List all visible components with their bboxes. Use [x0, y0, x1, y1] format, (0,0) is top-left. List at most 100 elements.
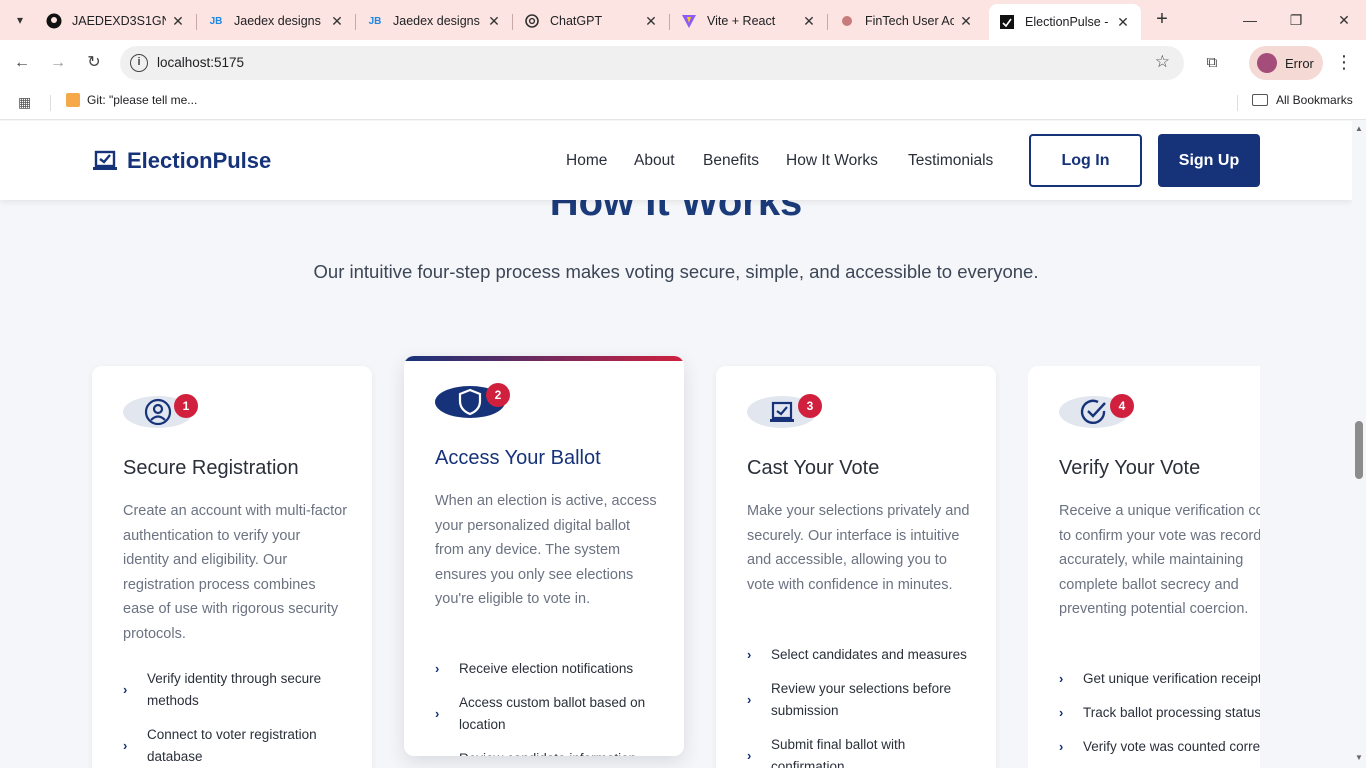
list-item: › Connect to voter registration database	[123, 727, 317, 764]
back-icon[interactable]: ←	[10, 51, 34, 75]
site-header: ElectionPulse Home About Benefits How It…	[0, 121, 1352, 200]
logo-text: ElectionPulse	[127, 148, 272, 173]
card-accent-bar	[404, 356, 684, 361]
nav-home[interactable]: Home	[566, 152, 607, 170]
step-title: Access Your Ballot	[435, 447, 601, 469]
url-text[interactable]: localhost:5175	[157, 55, 244, 70]
electionpulse-icon	[999, 14, 1015, 30]
step-card-featured: 2 Access Your Ballot When an election is…	[404, 356, 684, 756]
list-item: › Get unique verification receipt	[1059, 668, 1260, 690]
all-bookmarks-button[interactable]: All Bookmarks	[1252, 93, 1353, 107]
close-icon[interactable]: ✕	[486, 13, 502, 30]
chevron-right-icon: ›	[435, 661, 440, 676]
tab-title: ElectionPulse - M	[1025, 15, 1111, 29]
browser-tab[interactable]: FinTech User Acc ✕	[829, 6, 984, 36]
nav-benefits[interactable]: Benefits	[703, 152, 759, 170]
site-info-icon[interactable]: i	[130, 54, 148, 72]
step-feature-list: › Get unique verification receipt › Track …	[1059, 668, 1260, 768]
tab-title: Jaedex designs	[393, 14, 480, 28]
apps-grid-icon[interactable]: ▦	[18, 94, 31, 111]
restore-icon[interactable]: ❐	[1284, 8, 1308, 32]
list-item: › Review your selections before submissio…	[747, 681, 952, 718]
chevron-right-icon: ›	[1059, 705, 1064, 720]
step-card: 1 Secure Registration Create an account …	[92, 366, 372, 768]
list-item: › Track ballot processing status	[1059, 702, 1260, 724]
site-logo[interactable]: ElectionPulse	[93, 148, 271, 174]
chevron-right-icon: ›	[747, 748, 752, 763]
browser-menu-icon[interactable]: ⋮	[1334, 51, 1354, 75]
list-item: › Submit final ballot with confirmation	[747, 737, 906, 768]
chevron-right-icon: ›	[747, 647, 752, 662]
scrollbar-thumb[interactable]	[1355, 421, 1363, 479]
browser-tab[interactable]: ChatGPT ✕	[514, 6, 669, 36]
step-feature-list: › Verify identity through secure methods …	[123, 668, 353, 768]
bookmark-label: Git: "please tell me...	[87, 93, 198, 107]
browser-tab[interactable]: JAEDEXD3S1GN2 ✕	[36, 6, 196, 36]
step-feature-list: › Select candidates and measures › Review …	[747, 644, 977, 768]
step-description: Make your selections privately and secur…	[747, 503, 970, 593]
profile-button[interactable]: Error	[1249, 46, 1323, 80]
chevron-right-icon: ›	[1059, 739, 1064, 754]
browser-tab[interactable]: Vite + React ✕	[671, 6, 827, 36]
browser-tab[interactable]: JB Jaedex designs ✕	[357, 6, 512, 36]
step-title: Cast Your Vote	[747, 457, 880, 479]
nav-about[interactable]: About	[634, 152, 675, 170]
extensions-icon[interactable]: ⧉	[1200, 51, 1224, 75]
vite-icon	[681, 13, 697, 29]
list-item: › Verify identity through secure methods	[123, 671, 322, 708]
close-icon[interactable]: ✕	[170, 13, 186, 30]
bookmark-item[interactable]: Git: "please tell me...	[66, 93, 197, 107]
step-card: 4 Verify Your Vote Receive a unique veri…	[1028, 366, 1260, 768]
ballot-check-icon	[93, 150, 117, 170]
window-close-icon[interactable]: ✕	[1332, 8, 1356, 32]
all-bookmarks-label: All Bookmarks	[1276, 93, 1353, 107]
tab-search-chevron-icon[interactable]: ▾	[8, 8, 32, 32]
tab-title: ChatGPT	[550, 14, 603, 28]
nav-testimonials[interactable]: Testimonials	[908, 152, 993, 170]
browser-toolbar: ← → ↻ i localhost:5175 ☆ ⧉ Error ⋮	[0, 40, 1366, 86]
page-viewport: How It Works Our intuitive four-step pro…	[0, 121, 1352, 768]
page-scrollbar[interactable]: ▲ ▼	[1352, 121, 1366, 768]
scroll-down-icon[interactable]: ▼	[1355, 753, 1363, 762]
step-feature-list: › Receive election notifications › Access …	[435, 658, 665, 756]
list-item: › Receive election notifications	[435, 658, 665, 680]
section-subtitle: Our intuitive four-step process makes vo…	[313, 261, 1039, 282]
chevron-right-icon: ›	[435, 748, 451, 756]
step-description: Receive a unique verification code to co…	[1059, 503, 1260, 617]
list-item: › Select candidates and measures	[747, 644, 977, 666]
nav-how-it-works[interactable]: How It Works	[786, 152, 878, 170]
app-icon	[839, 13, 855, 29]
tab-title: Vite + React	[707, 14, 776, 28]
browser-tab-active[interactable]: ElectionPulse - M ✕	[989, 4, 1141, 40]
close-icon[interactable]: ✕	[958, 13, 974, 30]
close-icon[interactable]: ✕	[643, 13, 659, 30]
step-number-badge: 4	[1110, 394, 1134, 418]
minimize-icon[interactable]: —	[1238, 8, 1262, 32]
jb-icon: JB	[209, 15, 223, 27]
forward-icon[interactable]: →	[46, 51, 70, 75]
close-icon[interactable]: ✕	[1115, 14, 1131, 31]
avatar	[1257, 53, 1277, 73]
bookmarks-bar: ▦ Git: "please tell me... All Bookmarks	[0, 86, 1366, 120]
scroll-up-icon[interactable]: ▲	[1355, 124, 1363, 133]
step-card: 3 Cast Your Vote Make your selections pr…	[716, 366, 996, 768]
reload-icon[interactable]: ↻	[82, 51, 106, 75]
chevron-right-icon: ›	[435, 706, 440, 721]
step-number-badge: 3	[798, 394, 822, 418]
bookmark-favicon-icon	[66, 93, 80, 107]
bookmark-star-icon[interactable]: ☆	[1155, 52, 1170, 72]
address-bar[interactable]: i localhost:5175 ☆	[120, 46, 1184, 80]
list-item: ›Verify vote was counted correctly	[1059, 736, 1260, 758]
new-tab-icon[interactable]: +	[1150, 8, 1174, 32]
step-description: When an election is active, access your …	[435, 493, 657, 607]
browser-tab[interactable]: JB Jaedex designs ✕	[198, 6, 355, 36]
close-icon[interactable]: ✕	[329, 13, 345, 30]
signup-button[interactable]: Sign Up	[1158, 134, 1260, 187]
github-icon	[46, 13, 62, 29]
step-title: Secure Registration	[123, 457, 299, 479]
chatgpt-icon	[524, 13, 540, 29]
close-icon[interactable]: ✕	[801, 13, 817, 30]
list-item: › Access custom ballot based on location	[435, 695, 646, 732]
login-button[interactable]: Log In	[1029, 134, 1142, 187]
browser-tab-bar: ▾ JAEDEXD3S1GN2 ✕ JB Jaedex designs ✕ JB…	[0, 0, 1366, 40]
